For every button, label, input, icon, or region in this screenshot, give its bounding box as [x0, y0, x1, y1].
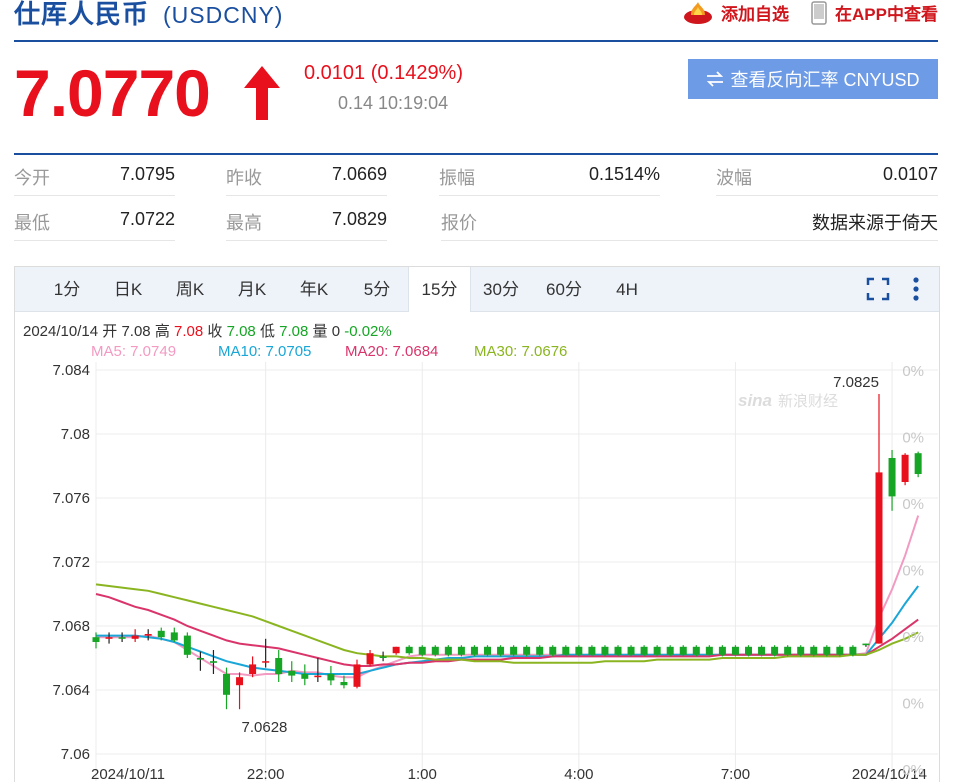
data-source-text: 数据来源于倚天	[812, 213, 938, 233]
tab-5min[interactable]: 5分	[355, 267, 399, 311]
stat-value: 0.0107	[882, 164, 938, 184]
ohlc-open-label: 开	[102, 323, 118, 340]
currency-code: (USDCNY)	[163, 2, 284, 28]
tab-weekly[interactable]: 周K	[168, 267, 212, 311]
ma30-legend: MA30: 7.0676	[474, 343, 568, 360]
ohlc-low: 7.08	[279, 323, 309, 340]
ma20-legend: MA20: 7.0684	[345, 343, 439, 360]
tab-monthly[interactable]: 月K	[230, 267, 274, 311]
stat-low: 最低 7.0722	[14, 209, 175, 241]
ohlc-close: 7.08	[226, 323, 256, 340]
stat-label: 振幅	[439, 168, 475, 188]
reverse-rate-label: 查看反向汇率 CNYUSD	[730, 70, 920, 90]
tab-4h[interactable]: 4H	[607, 267, 647, 311]
chart-panel: 1分 日K 周K 月K 年K 5分 15分 30分 60分 4H 2024/10…	[14, 266, 940, 782]
tab-15min[interactable]: 15分	[408, 267, 471, 312]
ohlc-readout: 2024/10/14 开 7.08 高 7.08 收 7.08 低 7.08 量…	[23, 320, 392, 341]
period-tabs: 1分 日K 周K 月K 年K 5分 15分 30分 60分 4H	[15, 267, 939, 312]
ohlc-pct: -0.02%	[344, 323, 392, 340]
flame-icon	[684, 1, 713, 24]
stat-label: 最高	[226, 213, 262, 233]
view-app-label: 在APP中查看	[835, 5, 938, 24]
stat-label: 报价	[441, 213, 477, 233]
stat-range: 波幅 0.0107	[716, 164, 938, 196]
ma5-legend: MA5: 7.0749	[91, 343, 177, 360]
reverse-rate-button[interactable]: 查看反向汇率 CNYUSD	[688, 59, 938, 99]
ohlc-open: 7.08	[121, 323, 151, 340]
more-vertical-icon[interactable]	[911, 276, 921, 302]
stat-prev-close: 昨收 7.0669	[226, 164, 387, 196]
price-change: 0.0101 (0.1429%)	[304, 62, 464, 84]
top-actions: 添加自选 在APP中查看	[683, 0, 938, 25]
ohlc-date: 2024/10/14	[23, 323, 99, 340]
stats-divider	[14, 153, 938, 155]
stat-amplitude: 振幅 0.1514%	[439, 164, 660, 196]
ma10-legend: MA10: 7.0705	[218, 343, 312, 360]
swap-icon	[707, 71, 724, 87]
stat-value: 7.0669	[331, 164, 387, 184]
tab-daily[interactable]: 日K	[106, 267, 150, 311]
up-arrow-icon	[244, 66, 280, 120]
quote-time: 0.14 10:19:04	[338, 93, 449, 113]
page-title: 仕厍人民币 (USDCNY)	[14, 0, 283, 31]
add-watch-label: 添加自选	[721, 5, 790, 24]
tab-yearly[interactable]: 年K	[292, 267, 336, 311]
stat-quote-source: 报价 数据来源于倚天	[441, 209, 938, 241]
tab-1min[interactable]: 1分	[45, 267, 89, 311]
stat-label: 最低	[14, 213, 50, 233]
tab-30min[interactable]: 30分	[479, 267, 523, 311]
stat-value: 7.0722	[119, 209, 175, 229]
stat-value: 0.1514%	[588, 164, 660, 184]
stat-label: 波幅	[716, 168, 752, 188]
ohlc-close-label: 收	[207, 323, 223, 340]
phone-icon	[811, 0, 827, 25]
current-price: 7.0770	[14, 56, 211, 130]
ohlc-volume-label: 量	[312, 323, 328, 340]
stat-label: 昨收	[226, 168, 262, 188]
stat-value: 7.0829	[331, 209, 387, 229]
view-app-button[interactable]: 在APP中查看	[811, 0, 938, 25]
stat-value: 7.0795	[119, 164, 175, 184]
stat-high: 最高 7.0829	[226, 209, 387, 241]
tab-60min[interactable]: 60分	[542, 267, 586, 311]
stat-open: 今开 7.0795	[14, 164, 175, 196]
header-divider	[14, 40, 938, 42]
stat-label: 今开	[14, 168, 50, 188]
ohlc-volume: 0	[331, 323, 341, 340]
currency-name: 仕厍人民币	[14, 0, 150, 29]
add-watch-button[interactable]: 添加自选	[683, 0, 789, 25]
ohlc-high: 7.08	[174, 323, 204, 340]
fullscreen-icon[interactable]	[866, 277, 890, 301]
ohlc-high-label: 高	[154, 323, 170, 340]
ohlc-low-label: 低	[259, 323, 275, 340]
